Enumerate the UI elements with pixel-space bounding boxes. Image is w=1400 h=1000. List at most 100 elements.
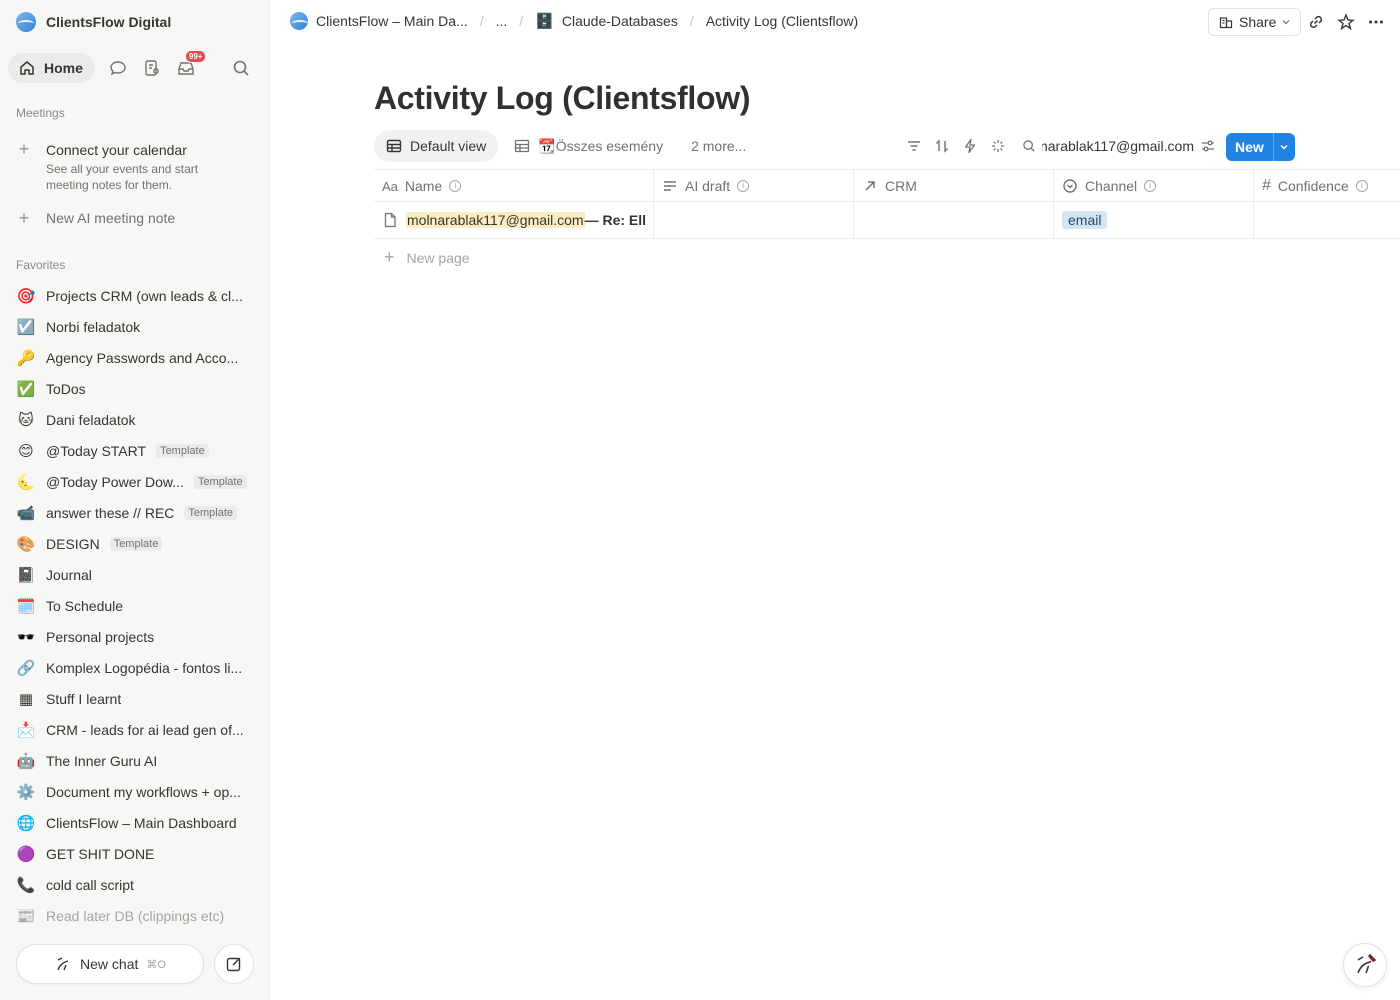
sidebar-favorite-item[interactable]: 📹 answer these // REC Template xyxy=(16,497,256,528)
meeting-notes-button[interactable] xyxy=(141,57,163,79)
more-options-button[interactable] xyxy=(1366,12,1386,32)
column-header-confidence[interactable]: # Confidence i xyxy=(1254,170,1400,202)
cell-channel[interactable]: email xyxy=(1054,202,1254,238)
sidebar-favorite-label: Stuff I learnt xyxy=(46,690,122,707)
sidebar-favorite-item[interactable]: 🔑 Agency Passwords and Acco... xyxy=(16,342,256,373)
sidebar-favorite-label: Agency Passwords and Acco... xyxy=(46,349,239,366)
sidebar-favorite-item[interactable]: ☑️ Norbi feladatok xyxy=(16,311,256,342)
sidebar-favorite-label: To Schedule xyxy=(46,597,124,614)
sidebar-favorite-item[interactable]: ✅ ToDos xyxy=(16,373,256,404)
text-lines-icon xyxy=(664,181,676,191)
sidebar-favorite-item[interactable]: 😊 @Today START Template xyxy=(16,435,256,466)
new-chat-shortcut: ⌘O xyxy=(146,958,166,971)
sidebar-favorite-item[interactable]: 🗓️ To Schedule xyxy=(16,590,256,621)
new-record-button[interactable]: New xyxy=(1226,133,1273,161)
connect-calendar[interactable]: + Connect your calendar See all your eve… xyxy=(16,140,256,193)
sidebar-favorite-item[interactable]: 🌐 ClientsFlow – Main Dashboard xyxy=(16,807,256,838)
plus-icon: + xyxy=(18,208,30,228)
sidebar-favorite-item[interactable]: 🌜 @Today Power Dow... Template xyxy=(16,466,256,497)
home-button[interactable]: Home xyxy=(8,53,95,83)
sidebar-favorite-item[interactable]: 🤖 The Inner Guru AI xyxy=(16,745,256,776)
sidebar-favorite-item[interactable]: 📓 Journal xyxy=(16,559,256,590)
template-badge: Template xyxy=(109,536,163,551)
tab-more-views[interactable]: 2 more... xyxy=(679,130,758,162)
info-icon[interactable]: i xyxy=(1355,180,1368,192)
page-emoji-icon: ▦ xyxy=(18,690,34,708)
relation-arrow-icon xyxy=(865,181,875,191)
info-icon[interactable]: i xyxy=(737,180,750,192)
sort-button[interactable] xyxy=(934,138,950,154)
page-icon xyxy=(384,212,396,228)
workspace-switcher[interactable]: ClientsFlow Digital xyxy=(16,11,171,33)
page-emoji-icon: 📹 xyxy=(16,504,36,522)
breadcrumb-item-activity-log[interactable]: Activity Log (Clientsflow) xyxy=(706,13,859,29)
sidebar-favorite-item[interactable]: 🟣 GET SHIT DONE xyxy=(16,838,256,869)
cell-crm[interactable] xyxy=(854,202,1054,238)
inbox-button[interactable]: 99+ xyxy=(175,50,207,79)
database-search-input[interactable] xyxy=(1042,138,1194,154)
column-header-channel[interactable]: Channel i xyxy=(1054,170,1254,202)
column-header-ai-draft[interactable]: AI draft i xyxy=(654,170,854,202)
breadcrumb-separator: / xyxy=(689,13,694,29)
cabinet-icon: 🗄️ xyxy=(535,13,554,30)
page-emoji-icon: 📰 xyxy=(16,907,36,925)
tab-osszes-esemeny[interactable]: 📆Összes esemény xyxy=(502,130,675,162)
page-emoji-icon: 🐱 xyxy=(18,411,34,429)
breadcrumb-item-dashboard[interactable]: ClientsFlow – Main Da... xyxy=(290,12,468,30)
sidebar-favorite-item[interactable]: 🔗 Komplex Logopédia - fontos li... xyxy=(16,652,256,683)
column-header-name[interactable]: Aa Name i xyxy=(374,170,654,202)
column-header-crm[interactable]: CRM xyxy=(854,170,1054,202)
sidebar-favorite-item[interactable]: 🎨 DESIGN Template xyxy=(16,528,256,559)
ai-assistant-button[interactable] xyxy=(1343,943,1387,987)
workspace-logo-icon xyxy=(16,12,36,32)
page-emoji-icon: 🌜 xyxy=(16,473,36,491)
breadcrumb-item-ellipsis[interactable]: ... xyxy=(496,13,508,29)
search-icon xyxy=(233,60,249,76)
table-row[interactable]: molnarablak117@gmail.com — Re: Ell email xyxy=(374,202,1400,239)
activity-log-table: Aa Name i AI draft i CRM Channel i # Con… xyxy=(374,169,1400,276)
sidebar-favorite-item[interactable]: 🐱 Dani feladatok xyxy=(16,404,256,435)
lightning-icon xyxy=(964,138,976,154)
new-template-dropdown[interactable] xyxy=(1272,133,1295,161)
plus-icon: + xyxy=(384,247,395,267)
sidebar-search-button[interactable] xyxy=(230,57,252,79)
sidebar-favorite-item[interactable]: ▦ Stuff I learnt xyxy=(16,683,256,714)
info-icon[interactable]: i xyxy=(449,180,462,192)
new-record-button-group: New xyxy=(1226,133,1295,161)
sidebar-favorite-item[interactable]: 📰 Read later DB (clippings etc) xyxy=(16,900,256,931)
page-emoji-icon: ⚙️ xyxy=(16,783,36,801)
text-property-icon: Aa xyxy=(382,178,398,194)
share-label: Share xyxy=(1239,14,1277,30)
page-title[interactable]: Activity Log (Clientsflow) xyxy=(374,80,751,117)
sidebar-favorite-item[interactable]: 📞 cold call script xyxy=(16,869,256,900)
sidebar-favorite-label: Projects CRM (own leads & cl... xyxy=(46,287,243,304)
cell-confidence[interactable] xyxy=(1254,202,1400,238)
search-match-highlight: molnarablak117@gmail.com xyxy=(406,212,585,228)
copy-link-button[interactable] xyxy=(1306,12,1326,32)
calendar-subtitle: See all your events and start meeting no… xyxy=(46,162,199,192)
page-emoji-icon: 📩 xyxy=(16,721,36,739)
favorites-section-label: Favorites xyxy=(16,258,66,272)
tab-default-view[interactable]: Default view xyxy=(374,130,499,162)
ai-autofill-button[interactable] xyxy=(990,138,1006,154)
share-button[interactable]: Share xyxy=(1208,8,1302,36)
new-chat-button[interactable]: New chat ⌘O xyxy=(16,944,204,984)
sliders-icon[interactable] xyxy=(1200,138,1216,154)
favorite-button[interactable] xyxy=(1336,12,1356,32)
sidebar-favorite-item[interactable]: 🎯 Projects CRM (own leads & cl... xyxy=(16,280,256,311)
sidebar-favorite-label: Dani feladatok xyxy=(46,411,136,428)
automation-button[interactable] xyxy=(962,138,978,154)
search-icon xyxy=(1023,140,1035,152)
sidebar-favorite-item[interactable]: 🕶️ Personal projects xyxy=(16,621,256,652)
new-page-row[interactable]: + New page xyxy=(374,239,1400,276)
sidebar-favorite-item[interactable]: 📩 CRM - leads for ai lead gen of... xyxy=(16,714,256,745)
new-ai-meeting-note[interactable]: + New AI meeting note xyxy=(16,209,175,227)
compose-button[interactable] xyxy=(214,944,254,984)
cell-name[interactable]: molnarablak117@gmail.com — Re: Ell xyxy=(374,202,654,238)
breadcrumb-item-claude-databases[interactable]: 🗄️ Claude-Databases xyxy=(535,12,678,30)
sidebar-favorite-item[interactable]: ⚙️ Document my workflows + op... xyxy=(16,776,256,807)
filter-button[interactable] xyxy=(906,138,922,154)
chat-button[interactable] xyxy=(107,57,129,79)
cell-ai-draft[interactable] xyxy=(654,202,854,238)
info-icon[interactable]: i xyxy=(1144,180,1157,192)
